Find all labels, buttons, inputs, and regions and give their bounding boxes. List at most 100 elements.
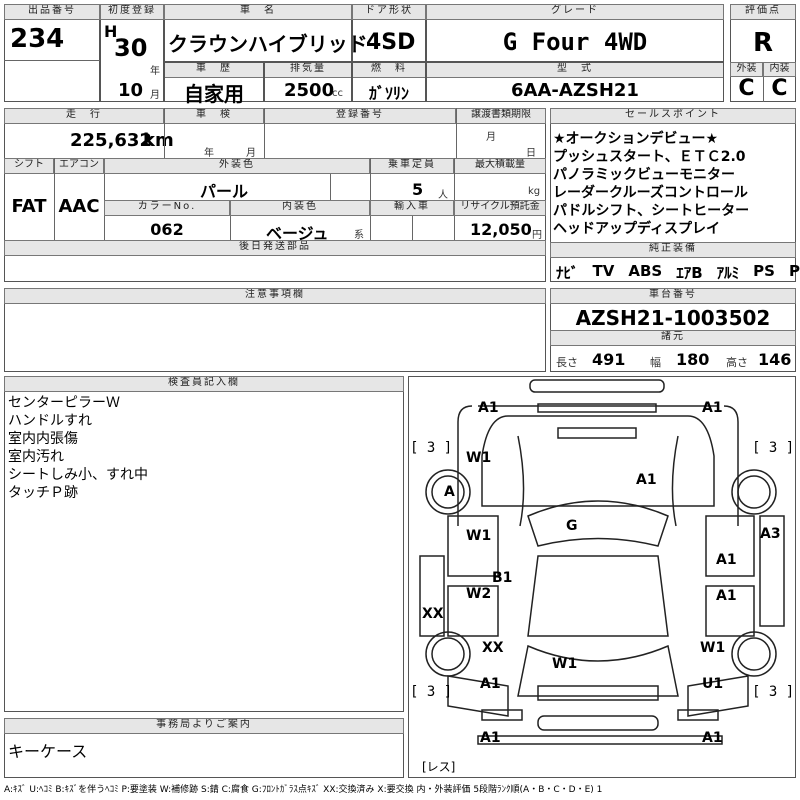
inspector-note: 室内内張傷 [8, 431, 78, 447]
height-value: 146 [758, 350, 792, 369]
shift: FAT [11, 196, 47, 217]
damage-mark: A3 [760, 526, 781, 542]
mileage-label: 走 行 [4, 108, 164, 124]
tire-bracket: [ 3 ] [752, 684, 795, 700]
equipment-item: ｱﾙﾐ [716, 264, 740, 282]
damage-mark: A1 [702, 730, 723, 746]
car-outline [419, 379, 785, 745]
mileage-unit: km [143, 130, 174, 151]
aircon-label: エアコン [54, 158, 104, 174]
interior-color-label: 内装色 [230, 200, 370, 216]
dimensions-label: 諸元 [550, 330, 796, 346]
width-value: 180 [676, 350, 710, 369]
history: 自家用 [184, 82, 244, 106]
inspector-note: タッチＰ跡 [8, 485, 78, 501]
sales-point: プッシュスタート、ＥＴＣ2.0 [553, 149, 746, 165]
damage-mark: W2 [466, 586, 492, 602]
displacement-unit: cc [332, 88, 343, 99]
equipment-item: ABS [628, 262, 663, 280]
inspector-note: 室内汚れ [8, 449, 64, 465]
inspector-note: センターピラーＷ [8, 395, 120, 411]
damage-mark: A1 [480, 730, 501, 746]
grade-label: グレード [426, 4, 724, 20]
damage-mark: A [444, 484, 455, 500]
transfer-docs-label: 譲渡書類期限 [456, 108, 546, 124]
length-label: 長さ [556, 356, 578, 369]
equipment-item: PS [753, 262, 775, 280]
office-note: キーケース [8, 742, 88, 761]
month: 10 [118, 80, 144, 101]
mileage: 225,632 [70, 130, 152, 151]
model-code: 6AA-AZSH21 [511, 80, 639, 101]
damage-mark: A1 [716, 552, 737, 568]
color-number-label: カラーNo. [104, 200, 230, 216]
exterior-score: C [738, 76, 755, 101]
car-name-label: 車 名 [164, 4, 352, 20]
damage-mark: G [566, 518, 578, 534]
capacity-label: 乗車定員 [370, 158, 454, 174]
inspector-label: 検査員記入欄 [4, 376, 404, 392]
year: 30 [114, 34, 148, 62]
damage-mark: W1 [552, 656, 578, 672]
grade: G Four 4WD [502, 28, 648, 56]
height-label: 高さ [726, 356, 748, 369]
damage-mark: U1 [702, 676, 724, 692]
equipment-item: ﾅﾋﾞ [556, 264, 579, 282]
inspector-notes: センターピラーＷ ハンドルすれ 室内内張傷 室内汚れ シートしみ小、すれ中 タッ… [8, 394, 148, 502]
inspection-label: 車 検 [164, 108, 264, 124]
year-unit: 年 [150, 66, 160, 77]
interior-color-unit: 系 [354, 230, 364, 241]
fuel: ｶﾞｿﾘﾝ [368, 84, 409, 103]
inspector-note: シートしみ小、すれ中 [8, 467, 148, 483]
inspector-note: ハンドルすれ [8, 413, 92, 429]
score: R [752, 28, 774, 58]
sales-point: ★オークションデビュー★ [553, 131, 719, 147]
first-registration-label: 初度登録 [100, 4, 164, 20]
inspection-month-unit: 月 [246, 148, 256, 159]
chassis-number: AZSH21-1003502 [575, 306, 771, 330]
load-unit: kg [528, 186, 541, 197]
aircon: AAC [58, 196, 100, 217]
notes-label: 注意事項欄 [4, 288, 546, 304]
damage-mark: B1 [492, 570, 513, 586]
legend: A:ｷｽﾞ U:ﾍｺﾐ B:ｷｽﾞを伴うﾍｺﾐ P:要塗装 W:補修跡 S:錆 … [4, 785, 603, 795]
later-parts-label: 後日発送部品 [4, 240, 546, 256]
recycle-fee: 12,050 [470, 220, 532, 239]
month-unit: 月 [150, 90, 160, 101]
tire-bracket: [ 3 ] [410, 440, 453, 456]
shift-label: シフト [4, 158, 54, 174]
damage-mark: XX [482, 640, 504, 656]
width-label: 幅 [650, 356, 661, 369]
interior-label: 内装 [763, 62, 796, 77]
equipment-item: PW [788, 262, 800, 280]
capacity-unit: 人 [438, 190, 448, 201]
car-name: クラウンハイブリッド [168, 32, 368, 56]
score-label: 評価点 [730, 4, 796, 20]
recycle-label: リサイクル預託金 [454, 200, 546, 216]
equipment-item: TV [592, 262, 615, 280]
damage-mark: A1 [636, 472, 657, 488]
color-number: 062 [150, 220, 184, 239]
damage-mark: W1 [466, 528, 492, 544]
transfer-day-unit: 日 [526, 148, 536, 159]
recycle-unit: 円 [532, 230, 542, 241]
inspection-year-unit: 年 [204, 148, 214, 159]
lot-number-label: 出品番号 [4, 4, 100, 20]
spare-tire-label: [レス] [422, 760, 456, 774]
sales-point: レーダークルーズコントロール [553, 185, 748, 201]
door-label: ドア形状 [352, 4, 426, 20]
exterior-color: パール [199, 182, 248, 201]
registration-label: 登録番号 [264, 108, 456, 124]
sales-point: パノラミックビューモニター [553, 167, 735, 183]
tire-bracket: [ 3 ] [752, 440, 795, 456]
sales-points-label: セールスポイント [550, 108, 796, 124]
damage-mark: A1 [480, 676, 501, 692]
door-type: 4SD [366, 30, 416, 55]
exterior-label: 外装 [730, 62, 763, 77]
transfer-month-unit: 月 [486, 132, 496, 143]
equipment-label: 純正装備 [550, 242, 796, 258]
office-label: 事務局よりご案内 [4, 718, 404, 734]
sales-point: パドルシフト、シートヒーター [553, 203, 750, 219]
damage-mark: W1 [466, 450, 492, 466]
damage-mark: W1 [700, 640, 726, 656]
